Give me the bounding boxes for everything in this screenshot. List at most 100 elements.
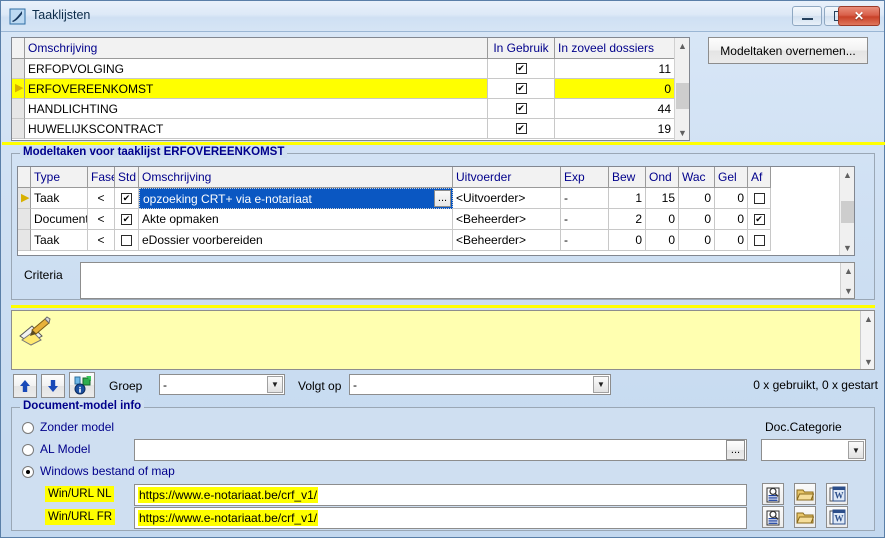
cell-exp[interactable]: -	[561, 209, 609, 230]
cell-bew[interactable]: 2	[609, 209, 646, 230]
groep-combo[interactable]: - ▼	[159, 374, 285, 395]
modeltaken-overnemen-button[interactable]: Modeltaken overnemen...	[708, 37, 868, 64]
cell-fase[interactable]: <	[88, 209, 115, 230]
doc-categorie-combo[interactable]: ▼	[761, 439, 866, 461]
minimize-button[interactable]	[792, 6, 822, 26]
task-info-button[interactable]	[69, 372, 95, 398]
radio-al-model-label[interactable]: AL Model	[40, 442, 90, 456]
preview-document-button-fr[interactable]	[762, 506, 784, 528]
tasklists-grid[interactable]: Omschrijving In Gebruik In zoveel dossie…	[11, 37, 690, 141]
cell-type[interactable]: Document	[31, 209, 88, 230]
in-gebruik-checkbox[interactable]	[515, 83, 527, 94]
af-checkbox[interactable]	[753, 234, 765, 246]
scroll-down-icon[interactable]: ▼	[861, 354, 876, 369]
std-checkbox[interactable]	[121, 234, 132, 246]
table-row[interactable]: HANDLICHTING 44	[12, 99, 689, 119]
cell-ond[interactable]: 15	[646, 188, 679, 209]
cell-ond[interactable]: 0	[646, 230, 679, 251]
column-header-in-zoveel-dossiers[interactable]: In zoveel dossiers	[555, 38, 675, 59]
cell-exp[interactable]: -	[561, 188, 609, 209]
word-document-button-nl[interactable]: W	[826, 483, 848, 505]
cell-gel[interactable]: 0	[715, 209, 748, 230]
chevron-down-icon[interactable]: ▼	[848, 441, 864, 459]
al-model-browse-button[interactable]: ...	[726, 440, 745, 460]
cell-fase[interactable]: <	[88, 230, 115, 251]
scroll-down-icon[interactable]: ▼	[675, 125, 689, 140]
cell-uitvoerder[interactable]: <Beheerder>	[453, 209, 561, 230]
notes-area[interactable]: ▲ ▼	[11, 310, 875, 370]
move-up-button[interactable]	[13, 374, 37, 398]
column-header-gel[interactable]: Gel	[715, 167, 748, 188]
cell-omschrijving[interactable]: HANDLICHTING	[25, 99, 488, 119]
tasklists-vertical-scrollbar[interactable]: ▲ ▼	[674, 38, 689, 140]
scroll-up-icon[interactable]: ▲	[861, 311, 876, 326]
column-header-omschrijving[interactable]: Omschrijving	[25, 38, 488, 59]
cell-omschrijving[interactable]: eDossier voorbereiden	[139, 230, 453, 251]
cell-in-gebruik[interactable]	[488, 79, 555, 99]
modeltaken-vertical-scrollbar[interactable]: ▲ ▼	[839, 167, 854, 255]
scroll-down-icon[interactable]: ▼	[840, 240, 854, 255]
cell-omschrijving[interactable]: ERFOPVOLGING	[25, 59, 488, 79]
cell-af[interactable]	[748, 230, 771, 251]
cell-in-gebruik[interactable]	[488, 119, 555, 139]
al-model-input[interactable]	[134, 439, 747, 461]
cell-uitvoerder[interactable]: <Beheerder>	[453, 230, 561, 251]
cell-ond[interactable]: 0	[646, 209, 679, 230]
radio-al-model[interactable]	[22, 444, 34, 456]
close-button[interactable]: ✕	[838, 6, 880, 26]
scroll-up-icon[interactable]: ▲	[840, 167, 854, 182]
modeltaken-grid[interactable]: Type Fase Std Omschrijving Uitvoerder Ex…	[17, 166, 855, 256]
omschrijving-browse-button[interactable]: ...	[434, 190, 451, 207]
radio-zonder-model[interactable]	[22, 422, 34, 434]
win-url-nl-input[interactable]: https://www.e-notariaat.be/crf_v1/	[134, 484, 747, 506]
cell-omschrijving-editing[interactable]: opzoeking CRT+ via e-notariaat ...	[139, 188, 453, 209]
cell-omschrijving[interactable]: ERFOVEREENKOMST	[25, 79, 488, 99]
column-header-fase[interactable]: Fase	[88, 167, 115, 188]
in-gebruik-checkbox[interactable]	[515, 63, 527, 74]
table-row[interactable]: ERFOPVOLGING 11	[12, 59, 689, 79]
table-row[interactable]: HUWELIJKSCONTRACT 19	[12, 119, 689, 139]
cell-omschrijving[interactable]: HUWELIJKSCONTRACT	[25, 119, 488, 139]
cell-omschrijving[interactable]: Akte opmaken	[139, 209, 453, 230]
cell-gel[interactable]: 0	[715, 188, 748, 209]
scroll-down-icon[interactable]: ▼	[841, 283, 854, 298]
win-url-fr-input[interactable]: https://www.e-notariaat.be/crf_v1/	[134, 507, 747, 529]
criteria-scrollbar[interactable]: ▲ ▼	[840, 263, 854, 298]
table-row[interactable]: ▶ Taak < opzoeking CRT+ via e-notariaat …	[18, 188, 854, 209]
cell-std[interactable]	[115, 209, 139, 230]
table-row[interactable]: Taak < eDossier voorbereiden <Beheerder>…	[18, 230, 854, 251]
cell-wac[interactable]: 0	[679, 230, 715, 251]
cell-std[interactable]	[115, 230, 139, 251]
af-checkbox[interactable]	[753, 213, 765, 225]
table-row[interactable]: Document < Akte opmaken <Beheerder> - 2 …	[18, 209, 854, 230]
chevron-down-icon[interactable]: ▼	[267, 376, 283, 393]
scroll-up-icon[interactable]: ▲	[841, 263, 854, 278]
cell-fase[interactable]: <	[88, 188, 115, 209]
move-down-button[interactable]	[41, 374, 65, 398]
std-checkbox[interactable]	[121, 192, 132, 204]
scroll-up-icon[interactable]: ▲	[675, 38, 689, 53]
column-header-in-gebruik[interactable]: In Gebruik	[488, 38, 555, 59]
word-document-button-fr[interactable]: W	[826, 506, 848, 528]
cell-in-gebruik[interactable]	[488, 99, 555, 119]
open-folder-button-fr[interactable]	[794, 506, 816, 528]
cell-af[interactable]	[748, 188, 771, 209]
chevron-down-icon[interactable]: ▼	[593, 376, 609, 393]
column-header-af[interactable]: Af	[748, 167, 771, 188]
cell-bew[interactable]: 1	[609, 188, 646, 209]
column-header-bew[interactable]: Bew	[609, 167, 646, 188]
table-row-selected[interactable]: ▶ ERFOVEREENKOMST 0	[12, 79, 689, 99]
volgt-op-combo[interactable]: - ▼	[349, 374, 611, 395]
cell-type[interactable]: Taak	[31, 188, 88, 209]
cell-std[interactable]	[115, 188, 139, 209]
notes-scrollbar[interactable]: ▲ ▼	[860, 311, 874, 369]
scrollbar-thumb[interactable]	[841, 201, 854, 223]
cell-uitvoerder[interactable]: <Uitvoerder>	[453, 188, 561, 209]
column-header-uitvoerder[interactable]: Uitvoerder	[453, 167, 561, 188]
cell-in-gebruik[interactable]	[488, 59, 555, 79]
radio-zonder-model-label[interactable]: Zonder model	[40, 420, 114, 434]
cell-bew[interactable]: 0	[609, 230, 646, 251]
cell-wac[interactable]: 0	[679, 209, 715, 230]
criteria-input[interactable]: ▲ ▼	[80, 262, 855, 299]
column-header-exp[interactable]: Exp	[561, 167, 609, 188]
